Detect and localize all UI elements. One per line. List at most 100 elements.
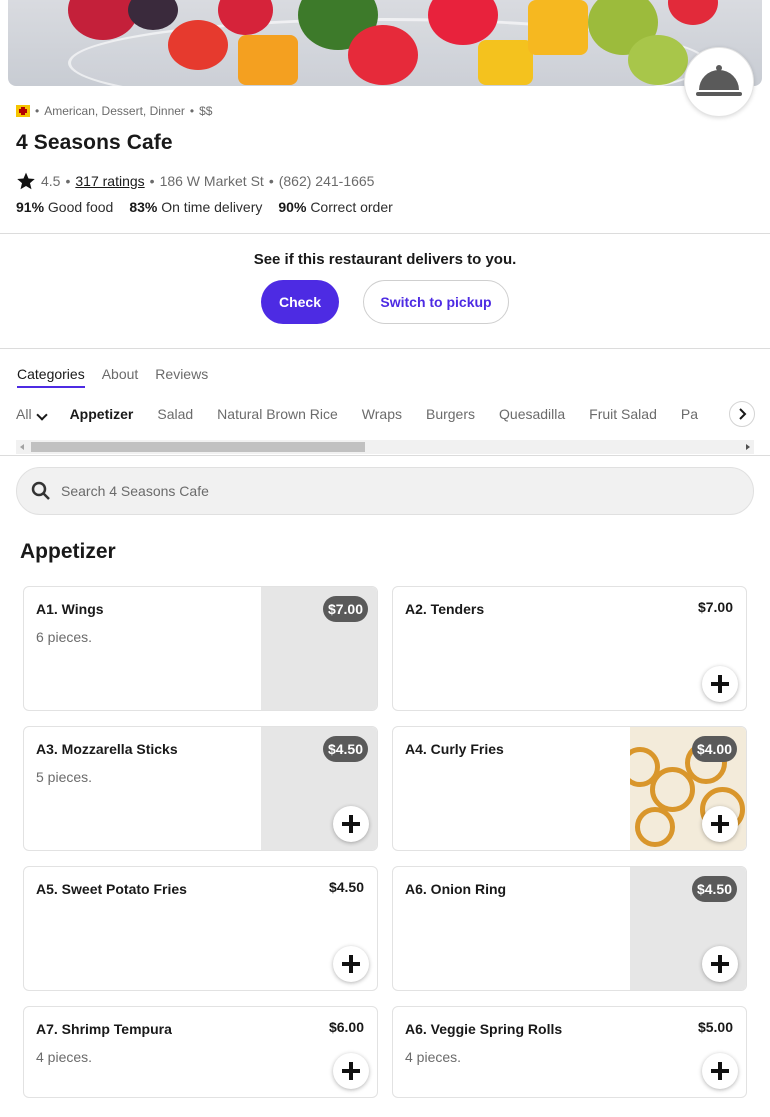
- stats-line: 91% Good food 83% On time delivery 90% C…: [16, 199, 393, 215]
- item-name: A1. Wings: [36, 601, 104, 617]
- add-item-button[interactable]: [333, 946, 369, 982]
- fruit-shape: [168, 20, 228, 70]
- menu-item-card[interactable]: A2. Tenders $7.00: [392, 586, 747, 711]
- item-name: A5. Sweet Potato Fries: [36, 881, 187, 897]
- add-item-button[interactable]: [333, 1053, 369, 1089]
- fruit-shape: [238, 35, 298, 85]
- category-salad[interactable]: Salad: [157, 406, 193, 422]
- bullet: •: [65, 173, 71, 189]
- stat-correct-order: 90% Correct order: [278, 199, 392, 215]
- fruit-shape: [668, 0, 718, 25]
- menu-item-card[interactable]: A7. Shrimp Tempura 4 pieces. $6.00: [23, 1006, 378, 1098]
- category-strip: All Appetizer Salad Natural Brown Rice W…: [16, 402, 756, 426]
- add-item-button[interactable]: [702, 946, 738, 982]
- fruit-shape: [478, 40, 533, 85]
- add-item-button[interactable]: [702, 806, 738, 842]
- menu-search-bar[interactable]: [16, 467, 754, 515]
- flag-icon: [16, 105, 30, 117]
- restaurant-meta: • American, Dessert, Dinner • $$: [16, 104, 212, 118]
- cuisine-list: American, Dessert, Dinner: [44, 104, 185, 118]
- rating-line: 4.5 • 317 ratings • 186 W Market St • (8…: [16, 171, 374, 191]
- menu-item-card[interactable]: A3. Mozzarella Sticks 5 pieces. $4.50: [23, 726, 378, 851]
- plus-icon: [711, 675, 729, 693]
- switch-to-pickup-button[interactable]: Switch to pickup: [363, 280, 509, 324]
- item-name: A4. Curly Fries: [405, 741, 504, 757]
- item-price: $7.00: [322, 596, 368, 622]
- category-fruit-salad[interactable]: Fruit Salad: [589, 406, 657, 422]
- fries-shape: [635, 807, 675, 847]
- plus-icon: [711, 1062, 729, 1080]
- tab-bar: Categories About Reviews: [17, 366, 208, 388]
- scrollbar-thumb[interactable]: [31, 442, 365, 452]
- item-price: $4.50: [328, 879, 364, 895]
- section-title: Appetizer: [20, 540, 116, 563]
- stat-on-time: 83% On time delivery: [129, 199, 262, 215]
- category-quesadilla[interactable]: Quesadilla: [499, 406, 565, 422]
- category-all-label: All: [16, 406, 32, 422]
- stat-label: Good food: [47, 199, 114, 215]
- category-appetizer[interactable]: Appetizer: [70, 406, 134, 422]
- stat-value: 90%: [278, 199, 307, 215]
- item-description: 6 pieces.: [36, 629, 93, 645]
- menu-item-card[interactable]: A6. Onion Ring $4.50: [392, 866, 747, 991]
- item-price: $5.00: [697, 1019, 733, 1035]
- bullet: •: [189, 104, 195, 118]
- item-price: $7.00: [697, 599, 733, 615]
- item-description: 4 pieces.: [405, 1049, 462, 1065]
- bullet: •: [268, 173, 274, 189]
- category-burgers[interactable]: Burgers: [426, 406, 475, 422]
- item-description: 5 pieces.: [36, 769, 93, 785]
- item-name: A6. Veggie Spring Rolls: [405, 1021, 563, 1037]
- category-wraps[interactable]: Wraps: [362, 406, 402, 422]
- search-icon: [31, 481, 50, 500]
- plus-icon: [711, 955, 729, 973]
- ratings-link[interactable]: 317 ratings: [75, 173, 144, 189]
- tab-about[interactable]: About: [102, 366, 139, 388]
- phone-number[interactable]: (862) 241-1665: [279, 173, 375, 189]
- tab-reviews[interactable]: Reviews: [155, 366, 208, 388]
- price-level: $$: [199, 104, 213, 118]
- item-name: A7. Shrimp Tempura: [36, 1021, 172, 1037]
- plus-icon: [342, 815, 360, 833]
- fruit-shape: [348, 25, 418, 85]
- add-item-button[interactable]: [702, 1053, 738, 1089]
- check-button[interactable]: Check: [261, 280, 339, 324]
- stat-label: Correct order: [310, 199, 393, 215]
- plus-icon: [342, 955, 360, 973]
- plus-icon: [342, 1062, 360, 1080]
- category-all[interactable]: All: [16, 406, 48, 422]
- category-natural-brown-rice[interactable]: Natural Brown Rice: [217, 406, 338, 422]
- category-scroll-right-button[interactable]: [729, 401, 755, 427]
- divider: [0, 455, 770, 456]
- menu-item-card[interactable]: A1. Wings 6 pieces. $7.00: [23, 586, 378, 711]
- item-price: $4.50: [691, 876, 737, 902]
- scroll-left-arrow-icon[interactable]: [20, 444, 24, 450]
- tab-categories[interactable]: Categories: [17, 366, 85, 388]
- menu-item-card[interactable]: A5. Sweet Potato Fries $4.50: [23, 866, 378, 991]
- bullet: •: [35, 104, 40, 118]
- stat-value: 91%: [16, 199, 45, 215]
- item-price: $4.50: [322, 736, 368, 762]
- hero-banner-image: [8, 0, 762, 86]
- horizontal-scrollbar[interactable]: [16, 440, 754, 454]
- stat-value: 83%: [129, 199, 158, 215]
- rating-value: 4.5: [41, 173, 61, 189]
- chevron-right-icon: [739, 408, 747, 420]
- item-price: $4.00: [691, 736, 737, 762]
- bullet: •: [149, 173, 155, 189]
- category-more[interactable]: Pa: [681, 406, 698, 422]
- add-item-button[interactable]: [702, 666, 738, 702]
- menu-item-card[interactable]: A4. Curly Fries $4.00: [392, 726, 747, 851]
- restaurant-logo: [684, 47, 754, 117]
- menu-item-card[interactable]: A6. Veggie Spring Rolls 4 pieces. $5.00: [392, 1006, 747, 1098]
- restaurant-name: 4 Seasons Cafe: [16, 131, 173, 154]
- divider: [0, 348, 770, 349]
- fruit-shape: [628, 35, 688, 85]
- star-icon: [17, 172, 35, 190]
- scroll-right-arrow-icon[interactable]: [746, 444, 750, 450]
- stat-good-food: 91% Good food: [16, 199, 113, 215]
- delivery-prompt: See if this restaurant delivers to you.: [253, 251, 517, 268]
- add-item-button[interactable]: [333, 806, 369, 842]
- search-input[interactable]: [61, 483, 701, 499]
- item-description: 4 pieces.: [36, 1049, 93, 1065]
